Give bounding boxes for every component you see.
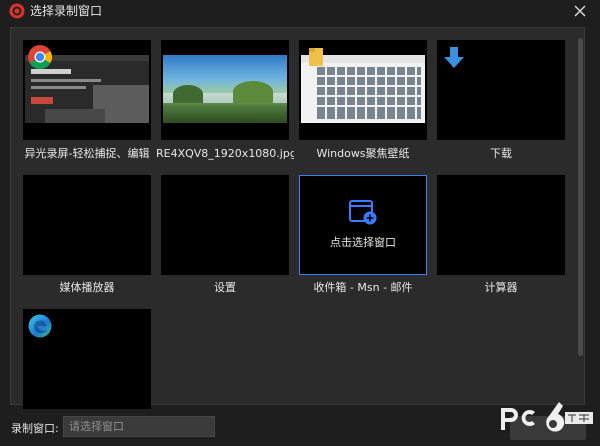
window-label-6: 收件箱 - Msn - 邮件 <box>313 281 413 294</box>
window-tile-3[interactable] <box>437 40 565 140</box>
select-window-hint: 点击选择窗口 <box>330 236 396 249</box>
window-thumbnail <box>163 55 287 123</box>
chrome-icon <box>28 45 53 69</box>
window-tile-4[interactable] <box>23 175 151 275</box>
download-arrow-icon <box>444 47 464 68</box>
window-label-1: RE4XQV8_1920x1080.jpg - 照 <box>156 147 294 160</box>
window-label-3: 下载 <box>490 147 512 160</box>
window-tile-1[interactable] <box>161 40 289 140</box>
window-label-7: 计算器 <box>484 281 518 294</box>
window-grid-panel: 异光录屏-轻松捕捉、编辑 RE4XQV8_1920x1080.jpg - 照 W… <box>10 27 585 409</box>
edge-icon <box>28 314 52 338</box>
close-button[interactable] <box>570 1 590 21</box>
window-tile-7[interactable] <box>437 175 565 275</box>
record-logo-icon <box>9 3 25 19</box>
window-tile-5[interactable] <box>161 175 289 275</box>
window-tile-0[interactable] <box>23 40 151 140</box>
record-window-input[interactable] <box>63 416 215 437</box>
record-window-label: 录制窗口: <box>11 422 59 435</box>
window-title: 选择录制窗口 <box>30 4 103 18</box>
window-tile-2[interactable] <box>299 40 427 140</box>
vertical-scrollbar[interactable] <box>578 38 583 356</box>
window-label-0: 异光录屏-轻松捕捉、编辑 <box>24 147 150 160</box>
close-icon <box>574 5 586 17</box>
window-label-5: 设置 <box>214 281 236 294</box>
folder-icon <box>309 48 323 66</box>
window-tile-8[interactable] <box>23 309 151 409</box>
window-label-4: 媒体播放器 <box>59 281 115 294</box>
pc6-watermark-logo <box>501 402 593 432</box>
window-tile-6[interactable]: 点击选择窗口 <box>299 175 427 275</box>
title-bar: 选择录制窗口 <box>0 0 600 22</box>
window-select-icon <box>349 200 377 225</box>
window-label-2: Windows聚焦壁纸 <box>316 147 410 160</box>
